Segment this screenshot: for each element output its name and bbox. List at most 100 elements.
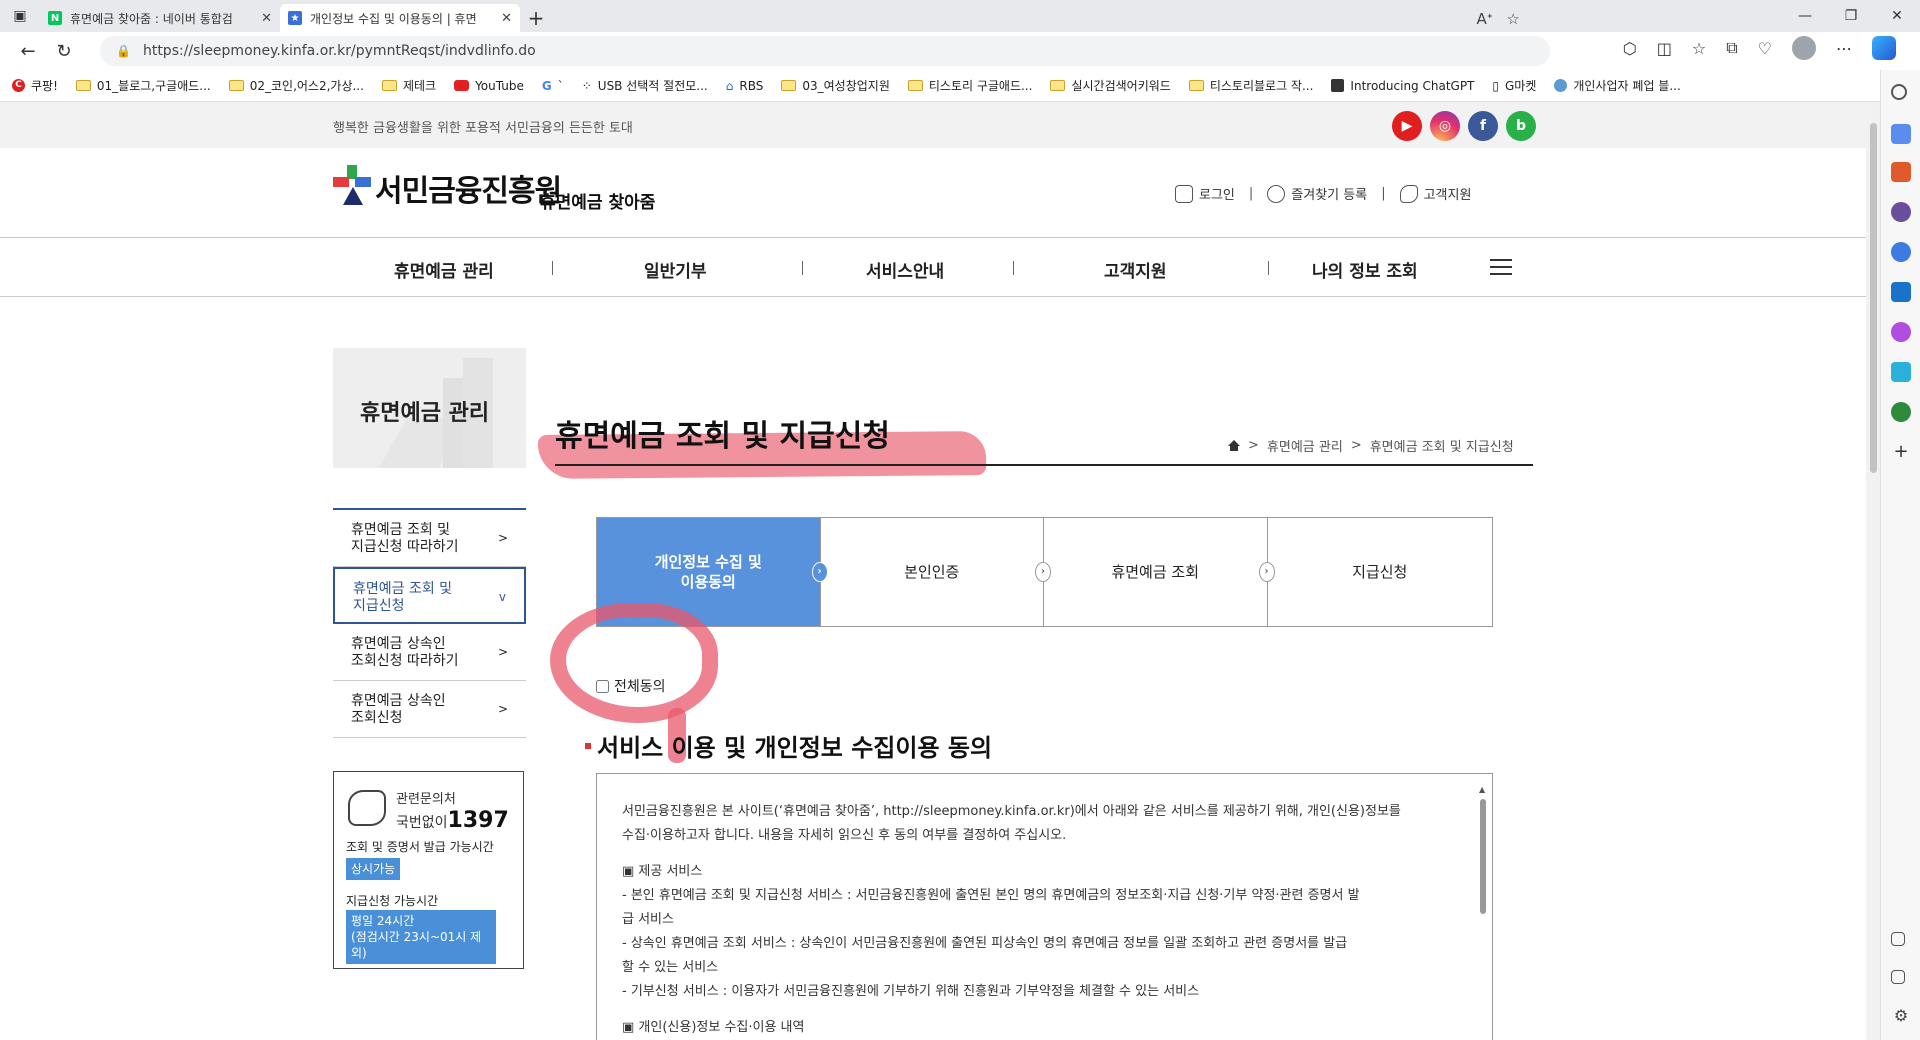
external-link-icon[interactable]	[1891, 970, 1905, 984]
kinfa-logo-icon[interactable]	[333, 165, 373, 205]
folder-icon	[229, 80, 244, 91]
lnb-title: 휴면예금 관리	[360, 395, 489, 427]
tag-icon[interactable]	[1891, 124, 1911, 144]
bookmark-item[interactable]: ⁘USB 선택적 절전모...	[582, 77, 708, 94]
new-tab-button[interactable]: +	[520, 4, 552, 32]
bookmark-item[interactable]: 티스토리블로그 작...	[1189, 77, 1314, 94]
close-tab-icon[interactable]: ✕	[261, 11, 272, 26]
bookmark-item[interactable]: 03_여성창업지원	[781, 77, 890, 94]
page-scrollbar[interactable]	[1866, 103, 1880, 1040]
favorites-icon[interactable]: ☆	[1692, 39, 1706, 58]
minimize-icon[interactable]: —	[1782, 0, 1828, 32]
settings-gear-icon[interactable]: ⚙	[1891, 1006, 1911, 1026]
sidebar-toggle-icon[interactable]	[1891, 932, 1905, 946]
bookmark-item[interactable]: ⌂RBS	[726, 79, 764, 93]
bookmark-item[interactable]: C쿠팡!	[12, 77, 58, 94]
bookmark-item[interactable]: YouTube	[454, 79, 524, 93]
toolbox-icon[interactable]	[1891, 162, 1911, 182]
chevron-right-icon: ›	[812, 562, 828, 582]
browser-tab-active[interactable]: ★ 개인정보 수집 및 이용동의 | 휴면 ✕	[280, 4, 520, 32]
lock-icon	[1175, 185, 1193, 203]
lock-icon[interactable]: 🔒	[116, 44, 131, 58]
google-icon: G	[542, 79, 552, 93]
tree-icon[interactable]	[1891, 402, 1911, 422]
search-icon[interactable]	[1891, 84, 1907, 100]
nav-customer-support[interactable]: 고객지원	[1104, 257, 1167, 282]
lnb-item-heir-guide[interactable]: 휴면예금 상속인 조회신청 따라하기 >	[333, 624, 526, 681]
browser-tab-naver[interactable]: N 휴면예금 찾아줌 : 네이버 통합검 ✕	[40, 4, 280, 32]
bookmark-item[interactable]: Introducing ChatGPT	[1331, 79, 1474, 93]
add-icon[interactable]: +	[1891, 442, 1911, 462]
contact-number-line: 국번없이1397	[396, 808, 509, 833]
contact-box: 관련문의처 국번없이1397 조회 및 증명서 발급 가능시간 상시가능 지급신…	[333, 771, 524, 969]
bookmark-item[interactable]: 티스토리 구글애드...	[908, 77, 1033, 94]
edge-sidebar: + ⚙	[1880, 70, 1920, 1040]
bookmark-item[interactable]: G`	[542, 79, 564, 93]
page-icon: ▯	[1492, 79, 1499, 93]
folder-icon	[1189, 80, 1204, 91]
youtube-icon	[454, 80, 469, 91]
refresh-icon[interactable]: ↻	[46, 35, 82, 67]
chevron-right-icon: >	[498, 701, 508, 718]
blog-icon[interactable]: b	[1506, 111, 1536, 141]
folder-icon	[382, 80, 397, 91]
bookmark-item[interactable]: 실시간검색어키워드	[1050, 77, 1170, 94]
nav-dormant-deposit[interactable]: 휴면예금 관리	[394, 257, 494, 282]
utility-menu: 로그인 | 즐겨찾기 등록 | 고객지원	[1175, 184, 1471, 203]
sns-links: ▶ ◎ f b	[1392, 111, 1536, 141]
instagram-icon[interactable]: ◎	[1430, 111, 1460, 141]
read-aloud-icon[interactable]: Aᐩ	[1476, 10, 1492, 28]
browser-essentials-icon[interactable]: ♡	[1758, 39, 1772, 58]
tab-actions-icon[interactable]: ▣	[0, 0, 40, 32]
lnb-item-guide[interactable]: 휴면예금 조회 및 지급신청 따라하기 >	[333, 510, 526, 567]
collections-icon[interactable]: ⧉	[1726, 38, 1737, 58]
lnb-item-heir-apply[interactable]: 휴면예금 상속인 조회신청 >	[333, 681, 526, 738]
more-menu-icon[interactable]: ⋯	[1836, 39, 1852, 58]
microsoft365-icon[interactable]	[1891, 242, 1911, 262]
logo-subtitle[interactable]: 휴면예금 찾아줌	[540, 188, 655, 213]
bookmark-item[interactable]: 01_블로그,구글애드...	[76, 77, 211, 94]
url-field[interactable]: 🔒 https://sleepmoney.kinfa.or.kr/pymntRe…	[100, 36, 1550, 66]
lnb-item-apply[interactable]: 휴면예금 조회 및 지급신청 v	[333, 567, 526, 624]
home-icon[interactable]	[1228, 440, 1240, 451]
terms-scrollbar[interactable]: ▲	[1478, 774, 1488, 1040]
back-icon[interactable]: ←	[10, 35, 46, 67]
nav-general-donation[interactable]: 일반기부	[644, 257, 707, 282]
favorite-link[interactable]: 즐겨찾기 등록	[1267, 184, 1367, 203]
step-payment: 지급신청	[1268, 518, 1493, 626]
restore-icon[interactable]: ❐	[1828, 0, 1874, 32]
terms-box[interactable]: 서민금융진흥원은 본 사이트(‘휴면예금 찾아줌’, http://sleepm…	[596, 773, 1493, 1040]
nav-service-info[interactable]: 서비스안내	[866, 257, 944, 282]
close-tab-icon[interactable]: ✕	[501, 11, 512, 26]
copilot-icon[interactable]	[1872, 36, 1896, 60]
profile-avatar-icon[interactable]	[1792, 36, 1816, 60]
bookmark-item[interactable]: 제테크	[382, 77, 436, 94]
favorite-star-icon[interactable]: ☆	[1507, 10, 1520, 28]
hamburger-menu-icon[interactable]	[1490, 259, 1512, 275]
coupang-icon: C	[12, 79, 25, 92]
hours1-label: 조회 및 증명서 발급 가능시간	[346, 838, 494, 855]
split-screen-icon[interactable]: ◫	[1657, 39, 1672, 58]
main-nav: 휴면예금 관리 일반기부 서비스안내 고객지원 나의 정보 조회	[0, 239, 1866, 297]
games-icon[interactable]	[1891, 202, 1911, 222]
facebook-icon[interactable]: f	[1468, 111, 1498, 141]
folder-icon	[1050, 80, 1065, 91]
logo-text[interactable]: 서민금융진흥원	[375, 166, 561, 210]
support-link[interactable]: 고객지원	[1400, 184, 1472, 203]
browser-toolbar-icons: ⬡ ◫ ☆ ⧉ ♡ ⋯	[1623, 36, 1896, 60]
nav-my-info[interactable]: 나의 정보 조회	[1312, 257, 1418, 282]
bookmark-item[interactable]: 개인사업자 폐업 블...	[1554, 77, 1680, 94]
login-link[interactable]: 로그인	[1175, 184, 1235, 203]
bookmark-item[interactable]: 02_코인,어스2,가상...	[229, 77, 364, 94]
page-scroll-thumb[interactable]	[1870, 123, 1877, 473]
outlook-icon[interactable]	[1891, 282, 1911, 302]
extensions-icon[interactable]: ⬡	[1623, 39, 1637, 58]
close-window-icon[interactable]: ✕	[1874, 0, 1920, 32]
youtube-icon[interactable]: ▶	[1392, 111, 1422, 141]
designer-icon[interactable]	[1891, 322, 1911, 342]
breadcrumb-item[interactable]: 휴면예금 조회 및 지급신청	[1370, 436, 1514, 455]
send-icon[interactable]	[1891, 362, 1911, 382]
hours2-label: 지급신청 가능시간	[346, 892, 438, 909]
breadcrumb-item[interactable]: 휴면예금 관리	[1267, 436, 1343, 455]
bookmark-item[interactable]: ▯G마켓	[1492, 77, 1536, 94]
